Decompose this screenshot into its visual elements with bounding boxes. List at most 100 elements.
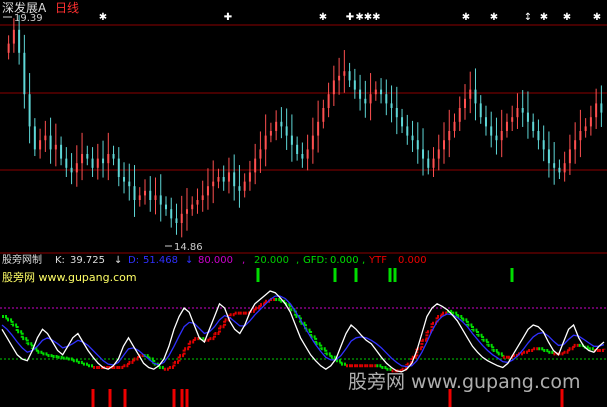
candle-body bbox=[579, 131, 582, 141]
green-signal-bar bbox=[388, 268, 392, 282]
candle-body bbox=[343, 71, 346, 76]
candle-body bbox=[233, 172, 236, 187]
candle-body bbox=[201, 195, 204, 200]
candle-body bbox=[196, 200, 199, 205]
chart-background bbox=[0, 0, 607, 407]
candle-body bbox=[280, 121, 283, 127]
candle-body bbox=[584, 126, 587, 131]
candle-body bbox=[537, 131, 540, 141]
candle-body bbox=[301, 154, 304, 159]
candle-body bbox=[170, 209, 173, 219]
candle-body bbox=[285, 126, 288, 136]
candle-body bbox=[296, 144, 299, 154]
green-signal-bar bbox=[354, 268, 358, 282]
candle-body bbox=[437, 149, 440, 159]
candle-body bbox=[238, 186, 241, 191]
candle-body bbox=[227, 172, 230, 182]
candle-body bbox=[427, 158, 430, 168]
candle-body bbox=[474, 89, 477, 104]
signal-marker: ✱✱✱ bbox=[355, 12, 380, 23]
indicator-title: 股旁网制 bbox=[2, 253, 42, 266]
candle-body bbox=[390, 103, 393, 108]
candle-body bbox=[505, 121, 508, 131]
signal-marker: ✱ bbox=[490, 12, 498, 23]
candle-body bbox=[589, 117, 592, 127]
candle-body bbox=[54, 144, 57, 150]
candle-body bbox=[317, 121, 320, 136]
candle-body bbox=[469, 89, 472, 99]
candle-body bbox=[495, 135, 498, 141]
candle-body bbox=[406, 126, 409, 136]
candle-body bbox=[568, 149, 571, 164]
comma-2: , bbox=[296, 255, 299, 266]
d-arrow: ↓ bbox=[185, 255, 193, 266]
k-label: K: bbox=[55, 255, 65, 266]
green-signal-bar bbox=[256, 268, 260, 282]
candle-body bbox=[28, 94, 31, 127]
signal-marker: ↕ bbox=[524, 12, 532, 23]
candle-body bbox=[401, 117, 404, 127]
candle-body bbox=[311, 135, 314, 150]
candle-body bbox=[149, 190, 152, 200]
k-value: 39.725 bbox=[70, 255, 105, 266]
signal-marker: ✱ bbox=[593, 12, 601, 23]
candle-body bbox=[275, 121, 278, 131]
candle-body bbox=[39, 140, 42, 150]
candle-body bbox=[123, 177, 126, 182]
candle-body bbox=[81, 154, 84, 164]
ref-80-value: 80.000 bbox=[198, 255, 233, 266]
candle-body bbox=[359, 89, 362, 99]
candle-body bbox=[432, 158, 435, 168]
candle-body bbox=[332, 80, 335, 95]
candle-body bbox=[521, 108, 524, 113]
candle-body bbox=[102, 158, 105, 164]
candle-body bbox=[206, 186, 209, 196]
signal-marker: ✱ bbox=[540, 12, 548, 23]
candle-body bbox=[526, 112, 529, 122]
candle-body bbox=[484, 117, 487, 127]
candle-body bbox=[7, 43, 10, 53]
candle-body bbox=[212, 181, 215, 187]
signal-marker: ✱ bbox=[462, 12, 470, 23]
candle-body bbox=[416, 140, 419, 150]
candle-body bbox=[327, 94, 330, 108]
candle-body bbox=[96, 158, 99, 168]
green-signal-bar bbox=[510, 268, 514, 282]
candle-body bbox=[369, 94, 372, 104]
candle-body bbox=[75, 163, 78, 173]
candle-body bbox=[600, 103, 603, 113]
candle-body bbox=[380, 89, 383, 95]
candle-body bbox=[453, 121, 456, 131]
signal-marker: ✱ bbox=[319, 12, 327, 23]
candle-body bbox=[542, 140, 545, 150]
ref-20-value: 20.000 bbox=[254, 255, 289, 266]
candle-body bbox=[128, 181, 131, 187]
green-signal-bar bbox=[393, 268, 397, 282]
candle-body bbox=[338, 75, 341, 81]
candle-body bbox=[12, 29, 15, 44]
candle-body bbox=[112, 154, 115, 159]
candle-body bbox=[175, 218, 178, 223]
candle-body bbox=[348, 71, 351, 81]
candle-body bbox=[191, 204, 194, 210]
candle-body bbox=[49, 135, 52, 150]
candle-body bbox=[222, 177, 225, 182]
comma-1: , bbox=[242, 255, 245, 266]
red-signal-bar bbox=[91, 389, 95, 407]
ytf-label: YTF bbox=[368, 255, 387, 266]
candle-body bbox=[44, 135, 47, 141]
ytf-value: 0.000 bbox=[398, 255, 427, 266]
candle-body bbox=[553, 163, 556, 168]
candle-body bbox=[269, 131, 272, 136]
gfd-label: GFD: bbox=[303, 255, 328, 266]
comma-3: , bbox=[362, 255, 365, 266]
candle-body bbox=[463, 98, 466, 108]
candle-body bbox=[374, 89, 377, 95]
candle-body bbox=[70, 167, 73, 173]
candle-body bbox=[248, 172, 251, 182]
candle-body bbox=[306, 149, 309, 159]
candle-body bbox=[23, 52, 26, 95]
red-signal-bar bbox=[185, 389, 189, 407]
red-signal-bar bbox=[123, 389, 127, 407]
watermark: 股旁网 www.gupang.com bbox=[348, 371, 580, 393]
